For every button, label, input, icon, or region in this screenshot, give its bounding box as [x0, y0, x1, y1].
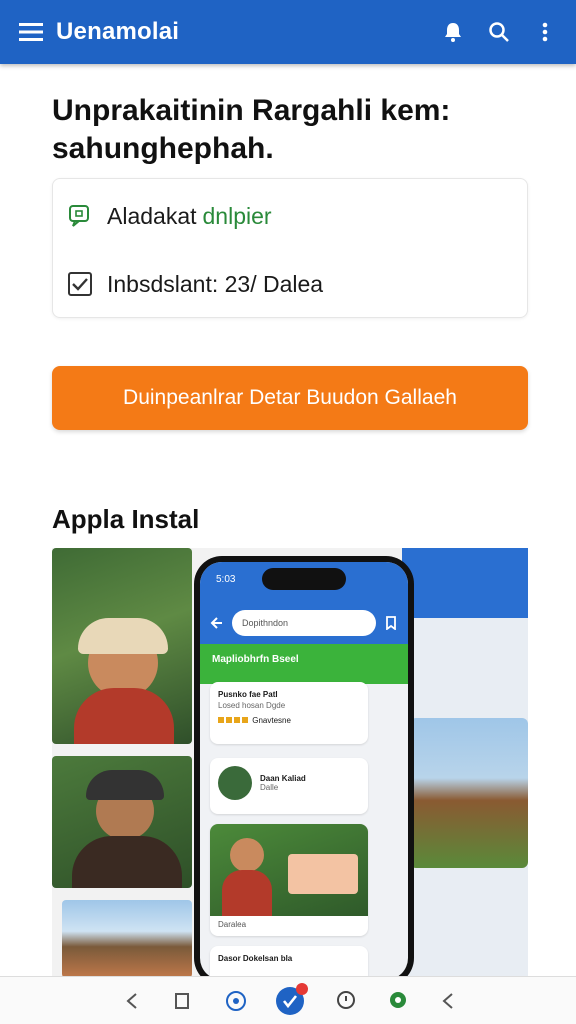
status-time: 5:03: [216, 574, 236, 585]
square-icon[interactable]: [166, 985, 198, 1017]
app-bar: Uenamolai: [0, 0, 576, 64]
back-icon[interactable]: [432, 985, 464, 1017]
info-card: Aladakat dnlpier Inbsdslant: 23/ Dalea: [52, 178, 528, 318]
section-title: Appla Instal: [52, 504, 200, 534]
phone-notch: [262, 568, 346, 590]
gallery-photo[interactable]: [52, 756, 192, 888]
menu-icon[interactable]: [18, 19, 44, 45]
back-arrow-icon: [210, 617, 222, 629]
pin-icon[interactable]: [382, 985, 414, 1017]
phone-mockup: 5:03 Dopithndon Mapliobhrfn Bseel Pusnko…: [194, 556, 414, 978]
info-row-date: Inbsdslant: 23/ Dalea: [65, 269, 323, 299]
notification-badge: [296, 983, 308, 995]
phone-banner: Mapliobhrfn Bseel: [200, 644, 408, 684]
info-row-text: Inbsdslant: 23/ Dalea: [107, 270, 324, 297]
chat-icon[interactable]: [330, 985, 362, 1017]
back-icon[interactable]: [116, 985, 148, 1017]
search-icon[interactable]: [482, 15, 516, 49]
chat-icon: [65, 201, 95, 231]
phone-card: Daan Kaliad Dalle: [210, 758, 368, 814]
phone-card: Daralea: [210, 824, 368, 936]
phone-screen: 5:03 Dopithndon Mapliobhrfn Bseel Pusnko…: [200, 562, 408, 978]
gallery-photo[interactable]: [62, 900, 192, 978]
app-title: Uenamolai: [56, 18, 180, 45]
page-headline: Unprakaitinin Rargahli kem: sahunghephah…: [52, 94, 451, 165]
check-badge-icon[interactable]: [274, 983, 308, 1017]
notification-bell-icon[interactable]: [436, 15, 470, 49]
primary-action-button[interactable]: Duinpeanlrar Detar Buudon Gallaeh: [52, 366, 528, 430]
phone-card-title: Daan Kaliad: [260, 774, 306, 783]
screenshot-gallery[interactable]: 5:03 Dopithndon Mapliobhrfn Bseel Pusnko…: [52, 548, 528, 978]
phone-card-title: Dasor Dokelsan bla: [218, 954, 293, 963]
phone-card-sub: Dalle: [260, 783, 279, 792]
info-row-label: Aladakat: [107, 202, 197, 229]
phone-card-caption: Daralea: [218, 920, 247, 929]
more-vert-icon[interactable]: [528, 15, 562, 49]
gallery-side-preview: [402, 548, 528, 978]
bottom-navigation: [0, 976, 576, 1024]
phone-search-field: Dopithndon: [232, 610, 376, 636]
gallery-photo[interactable]: [52, 548, 192, 744]
phone-card-rating: Gnavtesne: [252, 716, 291, 725]
phone-card: Pusnko fae Patl Losed hosan Dgde Gnavtes…: [210, 682, 368, 744]
phone-search-bar: Dopithndon: [200, 602, 408, 644]
phone-card: Dasor Dokelsan bla: [210, 946, 368, 978]
phone-card-title: Pusnko fae Patl: [218, 690, 278, 699]
bookmark-icon: [386, 616, 396, 630]
info-row-value: dnlpier: [202, 202, 272, 229]
phone-card-sub: Losed hosan Dgde: [218, 701, 286, 710]
info-row-status: Aladakat dnlpier: [65, 201, 272, 231]
checkbox-icon[interactable]: [65, 269, 95, 299]
home-icon[interactable]: [220, 985, 252, 1017]
